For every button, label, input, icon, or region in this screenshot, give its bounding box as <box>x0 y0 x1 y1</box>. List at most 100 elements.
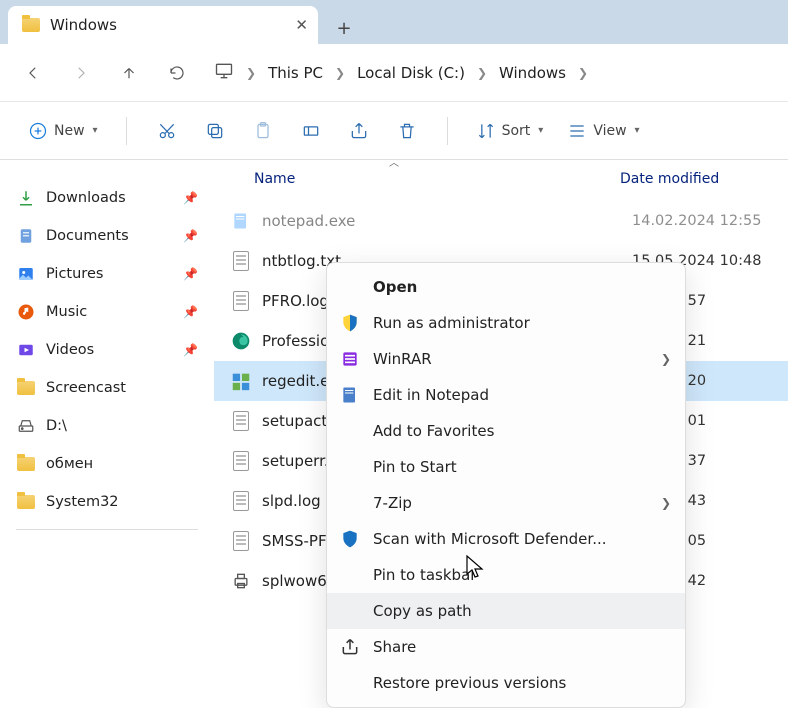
sidebar-item-system32[interactable]: System32 <box>8 483 206 521</box>
pin-icon: 📌 <box>183 267 198 281</box>
sort-label: Sort <box>502 123 531 139</box>
share-button[interactable] <box>337 112 381 150</box>
folder-icon <box>22 18 40 32</box>
ctx-edit-in-notepad[interactable]: Edit in Notepad <box>327 377 685 413</box>
toolbar: New ▾ Sort ▾ View ▾ <box>0 102 788 160</box>
forward-button[interactable] <box>60 52 102 94</box>
pin-icon: 📌 <box>183 191 198 205</box>
sidebar-item-label: Music <box>46 304 87 320</box>
back-button[interactable] <box>12 52 54 94</box>
share-icon <box>339 636 361 658</box>
txt-icon <box>230 410 252 432</box>
ctx-label: Edit in Notepad <box>373 386 489 404</box>
chevron-right-icon: ❯ <box>661 496 671 510</box>
new-button[interactable]: New ▾ <box>18 112 108 150</box>
refresh-button[interactable] <box>156 52 198 94</box>
chevron-down-icon: ▾ <box>93 125 98 136</box>
copy-button[interactable] <box>193 112 237 150</box>
ctx-label: Open <box>373 278 417 296</box>
file-row[interactable]: notepad.exe 14.02.2024 12:55 <box>214 201 788 241</box>
nav-bar: ❯ This PC ❯ Local Disk (C:) ❯ Windows ❯ <box>0 44 788 102</box>
ctx-label: Pin to Start <box>373 458 457 476</box>
view-button[interactable]: View ▾ <box>557 112 649 150</box>
sidebar-item-music[interactable]: Music 📌 <box>8 293 206 331</box>
notepad-icon <box>339 384 361 406</box>
sidebar-item-documents[interactable]: Documents 📌 <box>8 217 206 255</box>
sidebar-item--[interactable]: обмен <box>8 445 206 483</box>
ctx-pin-to-taskbar[interactable]: Pin to taskbar <box>327 557 685 593</box>
sidebar-item-label: Documents <box>46 228 129 244</box>
close-tab-icon[interactable]: ✕ <box>295 16 308 34</box>
up-button[interactable] <box>108 52 150 94</box>
column-date[interactable]: Date modified <box>620 171 788 201</box>
separator <box>16 529 198 530</box>
breadcrumb[interactable]: ❯ This PC ❯ Local Disk (C:) ❯ Windows ❯ <box>214 61 588 85</box>
folder-icon <box>16 492 36 512</box>
download-icon <box>16 188 36 208</box>
ctx-share[interactable]: Share <box>327 629 685 665</box>
sidebar-item-downloads[interactable]: Downloads 📌 <box>8 179 206 217</box>
sidebar: Downloads 📌 Documents 📌 Pictures 📌 Music… <box>0 171 214 637</box>
chevron-right-icon: ❯ <box>578 66 588 80</box>
ctx-label: Pin to taskbar <box>373 566 476 584</box>
ctx-7-zip[interactable]: 7-Zip ❯ <box>327 485 685 521</box>
sidebar-item-screencast[interactable]: Screencast <box>8 369 206 407</box>
sort-button[interactable]: Sort ▾ <box>466 112 554 150</box>
sidebar-item-label: обмен <box>46 456 93 472</box>
cut-button[interactable] <box>145 112 189 150</box>
chevron-right-icon: ❯ <box>335 66 345 80</box>
crumb-windows[interactable]: Windows <box>499 64 566 82</box>
ctx-run-as-administrator[interactable]: Run as administrator <box>327 305 685 341</box>
monitor-icon <box>214 61 234 85</box>
sidebar-item-label: D:\ <box>46 418 67 434</box>
ctx-pin-to-start[interactable]: Pin to Start <box>327 449 685 485</box>
ctx-add-to-favorites[interactable]: Add to Favorites <box>327 413 685 449</box>
ctx-label: Restore previous versions <box>373 674 566 692</box>
ctx-copy-as-path[interactable]: Copy as path <box>327 593 685 629</box>
chevron-down-icon: ▾ <box>635 125 640 136</box>
folder-icon <box>16 378 36 398</box>
ctx-label: 7-Zip <box>373 494 412 512</box>
shield-defender-icon <box>339 528 361 550</box>
pin-icon: 📌 <box>183 305 198 319</box>
txt-icon <box>230 450 252 472</box>
crumb-local-disk[interactable]: Local Disk (C:) <box>357 64 465 82</box>
sidebar-item-label: Videos <box>46 342 94 358</box>
ctx-label: Add to Favorites <box>373 422 494 440</box>
sidebar-item-pictures[interactable]: Pictures 📌 <box>8 255 206 293</box>
ctx-restore-previous-versions[interactable]: Restore previous versions <box>327 665 685 701</box>
ctx-label: Scan with Microsoft Defender... <box>373 530 607 548</box>
collapse-ribbon-icon[interactable]: ︿ <box>0 154 788 169</box>
view-label: View <box>593 123 626 139</box>
paste-button[interactable] <box>241 112 285 150</box>
chevron-down-icon: ▾ <box>538 125 543 136</box>
sidebar-item-label: Screencast <box>46 380 126 396</box>
delete-button[interactable] <box>385 112 429 150</box>
column-headers[interactable]: Name Date modified <box>214 171 788 201</box>
new-tab-button[interactable]: + <box>328 12 360 44</box>
sidebar-item-videos[interactable]: Videos 📌 <box>8 331 206 369</box>
context-menu: Open Run as administrator WinRAR❯ Edit in N… <box>326 262 686 708</box>
pin-icon: 📌 <box>183 229 198 243</box>
ctx-open[interactable]: Open <box>327 269 685 305</box>
ctx-label: Run as administrator <box>373 314 530 332</box>
separator <box>447 117 448 145</box>
txt-icon <box>230 530 252 552</box>
rename-button[interactable] <box>289 112 333 150</box>
ctx-winrar[interactable]: WinRAR❯ <box>327 341 685 377</box>
regedit-icon <box>230 370 252 392</box>
tab-title: Windows <box>50 16 117 34</box>
file-name: notepad.exe <box>262 212 632 230</box>
tab-windows[interactable]: Windows ✕ <box>8 6 318 44</box>
chevron-right-icon: ❯ <box>477 66 487 80</box>
cursor-icon <box>466 555 486 581</box>
column-name[interactable]: Name <box>214 171 620 201</box>
printer-icon <box>230 570 252 592</box>
txt-icon <box>230 250 252 272</box>
ctx-scan-with-microsoft-defender-[interactable]: Scan with Microsoft Defender... <box>327 521 685 557</box>
new-label: New <box>54 123 85 139</box>
crumb-this-pc[interactable]: This PC <box>268 64 323 82</box>
ctx-label: Copy as path <box>373 602 472 620</box>
sidebar-item-d-[interactable]: D:\ <box>8 407 206 445</box>
sidebar-item-label: System32 <box>46 494 119 510</box>
